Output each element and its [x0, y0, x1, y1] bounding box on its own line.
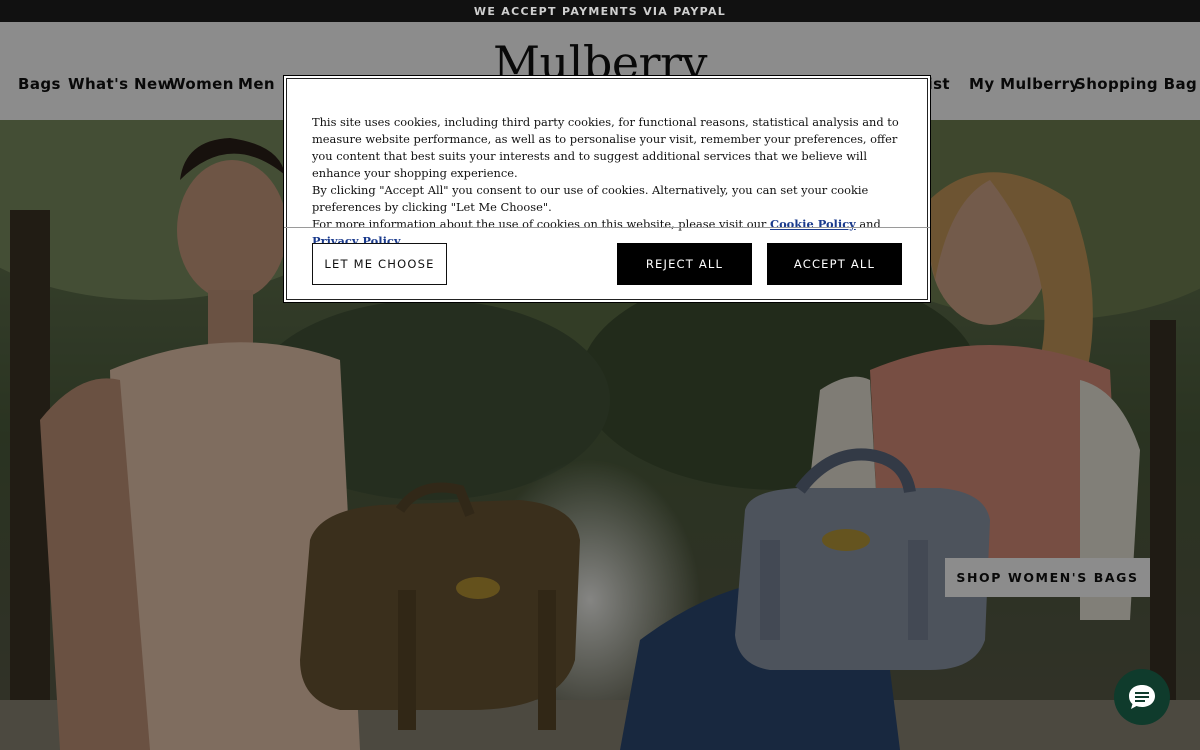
reject-all-button[interactable]: REJECT ALL: [617, 243, 752, 285]
chat-bubble-icon: [1129, 685, 1155, 709]
cookie-paragraph-3-prefix: For more information about the use of co…: [312, 217, 767, 231]
announcement-text: WE ACCEPT PAYMENTS VIA PAYPAL: [473, 4, 727, 18]
dialog-divider: [284, 227, 930, 228]
cookie-consent-dialog: This site uses cookies, including third …: [283, 75, 931, 303]
cookie-paragraph-1: This site uses cookies, including third …: [312, 115, 899, 180]
cookie-paragraph-2: By clicking "Accept All" you consent to …: [312, 183, 869, 214]
cookie-consent-text: This site uses cookies, including third …: [312, 114, 902, 250]
and-text: and: [859, 217, 881, 231]
cookie-policy-link[interactable]: Cookie Policy: [770, 217, 856, 231]
accept-all-button[interactable]: ACCEPT ALL: [767, 243, 902, 285]
let-me-choose-button[interactable]: LET ME CHOOSE: [312, 243, 447, 285]
chat-button[interactable]: [1114, 669, 1170, 725]
announcement-bar: WE ACCEPT PAYMENTS VIA PAYPAL: [0, 0, 1200, 22]
